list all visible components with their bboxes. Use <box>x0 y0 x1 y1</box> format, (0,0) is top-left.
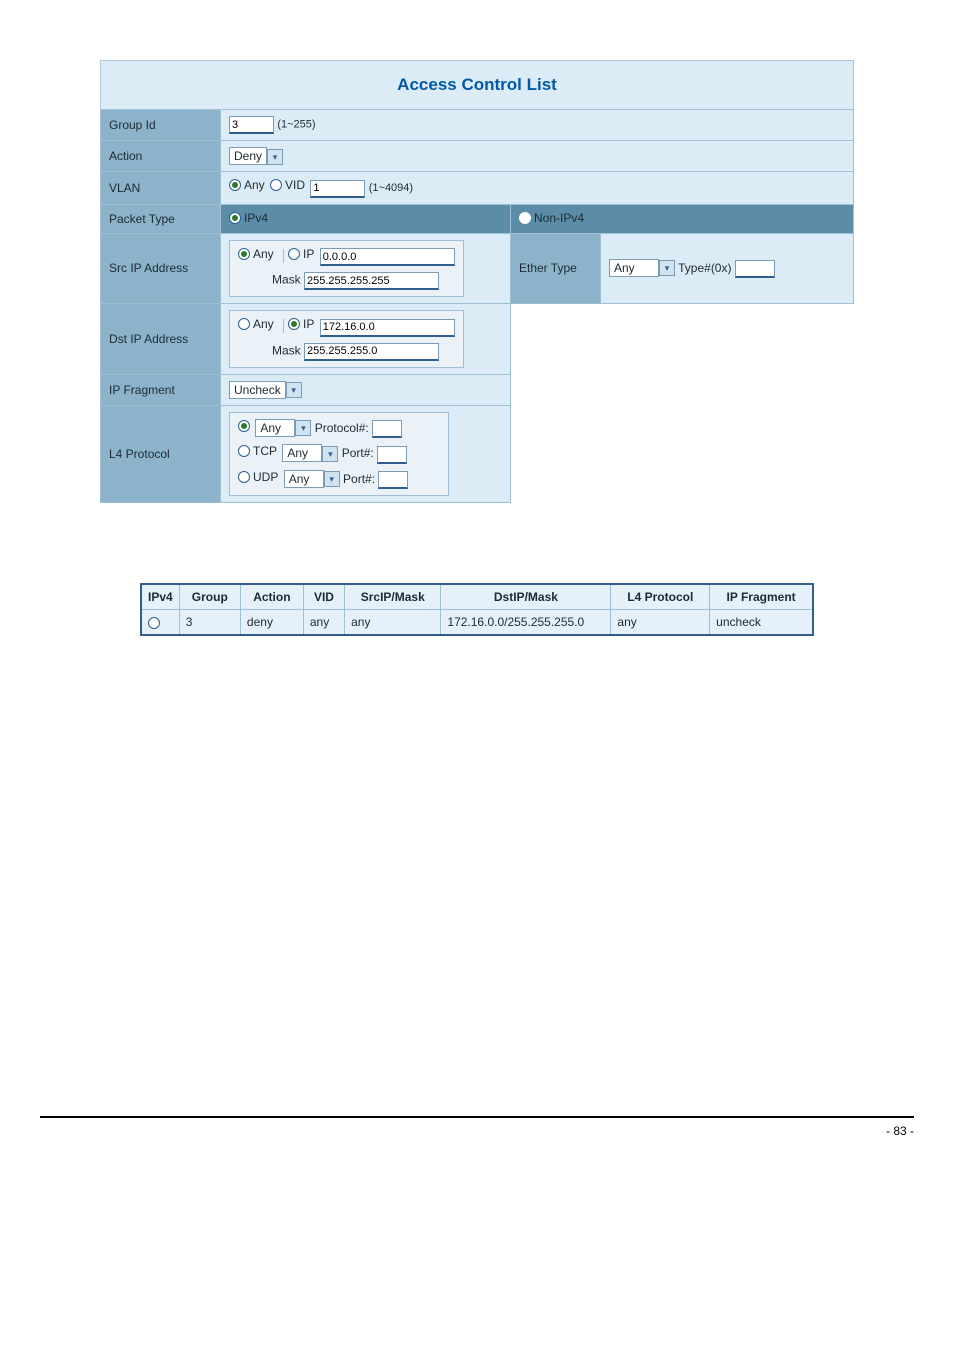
type-hex-label: Type#(0x) <box>678 261 731 275</box>
vlan-vid-label: VID <box>285 178 305 192</box>
footer-rule <box>40 1116 914 1118</box>
label-group-id: Group Id <box>101 110 221 141</box>
th-action: Action <box>240 584 303 610</box>
protocol-num-input[interactable] <box>372 420 402 438</box>
label-src-ip: Src IP Address <box>101 233 221 304</box>
label-dst-ip: Dst IP Address <box>101 304 221 375</box>
udp-port-label: Port#: <box>343 472 375 486</box>
group-id-hint: (1~255) <box>277 119 315 131</box>
tcp-port-input[interactable] <box>377 446 407 464</box>
l4-any-select-value[interactable]: Any <box>255 419 295 437</box>
srcip-ip-label: IP <box>303 247 314 261</box>
dstip-mask-label: Mask <box>272 343 301 357</box>
dstip-mask-input[interactable] <box>304 343 439 361</box>
chevron-down-icon[interactable]: ▾ <box>659 260 675 276</box>
group-id-input[interactable] <box>229 116 274 134</box>
l4-udp-label: UDP <box>253 470 278 484</box>
th-ipv4: IPv4 <box>141 584 179 610</box>
packet-ipv4-label: IPv4 <box>244 211 268 225</box>
row-group: 3 <box>179 610 240 636</box>
l4-tcp-radio[interactable] <box>238 445 250 457</box>
srcip-ip-radio[interactable] <box>288 248 300 260</box>
acl-form-table: Group Id (1~255) Action Deny▾ VLAN Any <box>100 109 854 503</box>
page-number: - 83 - <box>0 1124 954 1158</box>
row-select-radio[interactable] <box>148 617 160 629</box>
dstip-input[interactable] <box>320 319 455 337</box>
vlan-vid-radio[interactable] <box>270 179 282 191</box>
l4-udp-select-value[interactable]: Any <box>284 470 324 488</box>
dstip-any-radio[interactable] <box>238 318 250 330</box>
row-action: deny <box>240 610 303 636</box>
src-ip-box: Any IP Mask <box>229 240 464 298</box>
label-vlan: VLAN <box>101 172 221 205</box>
tcp-port-label: Port#: <box>342 446 374 460</box>
page-title: Access Control List <box>101 75 853 95</box>
title-bar: Access Control List <box>100 60 854 109</box>
packet-nonipv4-radio[interactable] <box>519 212 531 224</box>
label-packet-type: Packet Type <box>101 204 221 233</box>
label-ip-fragment: IP Fragment <box>101 374 221 405</box>
srcip-any-radio[interactable] <box>238 248 250 260</box>
row-frag: uncheck <box>710 610 813 636</box>
chevron-down-icon[interactable]: ▾ <box>324 471 340 487</box>
l4-box: Any▾ Protocol#: TCP Any▾ Port#: <box>229 412 449 497</box>
ip-fragment-select-value[interactable]: Uncheck <box>229 381 286 399</box>
th-srcip: SrcIP/Mask <box>345 584 441 610</box>
row-vid: any <box>303 610 344 636</box>
vlan-any-label: Any <box>244 178 265 192</box>
ether-select-value[interactable]: Any <box>609 259 659 277</box>
th-frag: IP Fragment <box>710 584 813 610</box>
vlan-hint: (1~4094) <box>369 182 413 194</box>
table-row: 3 deny any any 172.16.0.0/255.255.255.0 … <box>141 610 813 636</box>
action-select-value[interactable]: Deny <box>229 147 267 165</box>
dst-ip-box: Any IP Mask <box>229 310 464 368</box>
vlan-any-radio[interactable] <box>229 179 241 191</box>
dstip-ip-label: IP <box>303 317 314 331</box>
packet-nonipv4-label: Non-IPv4 <box>534 211 584 225</box>
packet-ipv4-radio[interactable] <box>229 212 241 224</box>
l4-tcp-label: TCP <box>253 444 277 458</box>
dstip-any-label: Any <box>253 317 274 331</box>
th-l4: L4 Protocol <box>611 584 710 610</box>
acl-result-table: IPv4 Group Action VID SrcIP/Mask DstIP/M… <box>140 583 814 636</box>
chevron-down-icon[interactable]: ▾ <box>286 382 302 398</box>
label-action: Action <box>101 141 221 172</box>
vlan-vid-input[interactable] <box>310 180 365 198</box>
srcip-any-label: Any <box>253 247 274 261</box>
type-hex-input[interactable] <box>735 260 775 278</box>
srcip-mask-input[interactable] <box>304 272 439 290</box>
th-dstip: DstIP/Mask <box>441 584 611 610</box>
row-l4: any <box>611 610 710 636</box>
th-vid: VID <box>303 584 344 610</box>
protocol-num-label: Protocol#: <box>315 421 369 435</box>
row-dstip: 172.16.0.0/255.255.255.0 <box>441 610 611 636</box>
th-group: Group <box>179 584 240 610</box>
row-srcip: any <box>345 610 441 636</box>
chevron-down-icon[interactable]: ▾ <box>295 420 311 436</box>
l4-any-radio[interactable] <box>238 420 250 432</box>
dstip-ip-radio[interactable] <box>288 318 300 330</box>
chevron-down-icon[interactable]: ▾ <box>322 446 338 462</box>
chevron-down-icon[interactable]: ▾ <box>267 149 283 165</box>
label-l4-protocol: L4 Protocol <box>101 405 221 503</box>
label-ether-type: Ether Type <box>511 233 601 304</box>
srcip-input[interactable] <box>320 248 455 266</box>
srcip-mask-label: Mask <box>272 273 301 287</box>
l4-udp-radio[interactable] <box>238 471 250 483</box>
l4-tcp-select-value[interactable]: Any <box>282 444 322 462</box>
udp-port-input[interactable] <box>378 471 408 489</box>
